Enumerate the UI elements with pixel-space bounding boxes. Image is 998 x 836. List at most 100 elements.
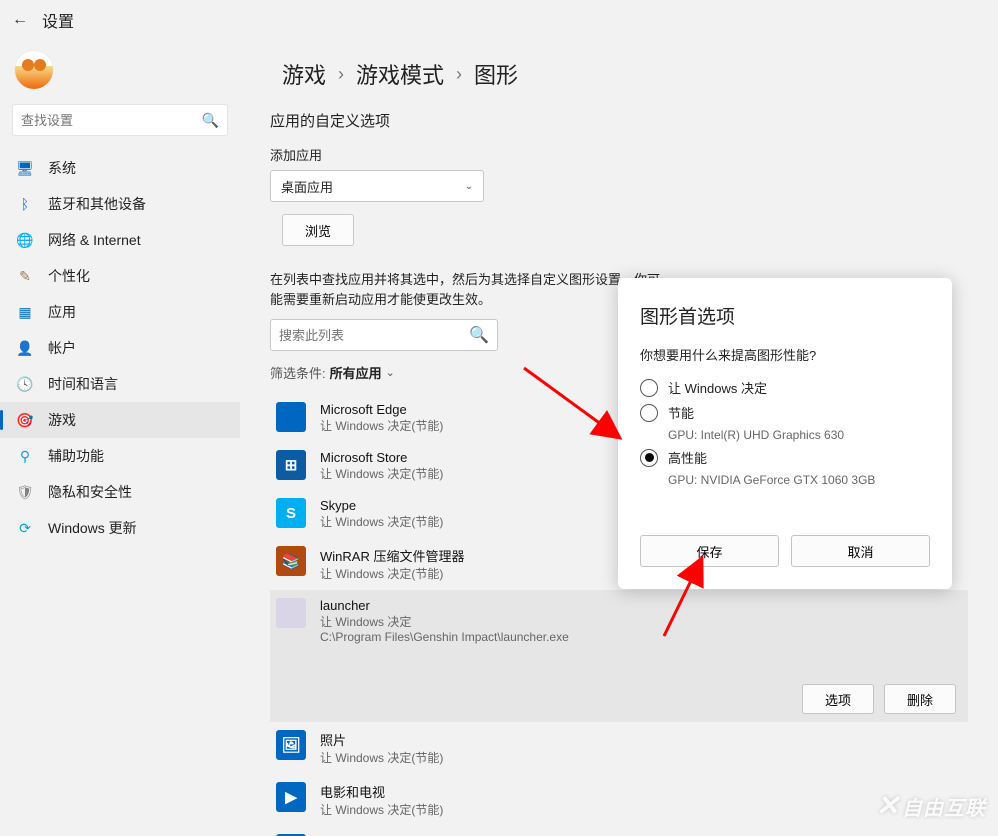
app-subtitle: 让 Windows 决定(节能): [320, 513, 443, 530]
radio-icon: [640, 449, 658, 467]
watermark-text: 自由互联: [902, 798, 986, 820]
page-title: 设置: [42, 8, 74, 32]
titlebar: ← 设置: [0, 0, 998, 40]
radio-label: 让 Windows 决定: [668, 378, 767, 397]
app-name: WinRAR 压缩文件管理器: [320, 546, 464, 565]
nav-icon: 👤: [16, 339, 34, 357]
nav-icon: ᛒ: [16, 195, 34, 213]
nav-label: 辅助功能: [48, 446, 104, 466]
search-icon: 🔍: [469, 325, 489, 345]
nav-label: 蓝牙和其他设备: [48, 194, 146, 214]
nav-icon: 🌐: [16, 231, 34, 249]
nav-icon: ⟳: [16, 519, 34, 537]
app-name: launcher: [320, 598, 569, 613]
sidebar-item-网络 & Internet[interactable]: 🌐 网络 & Internet: [0, 222, 240, 258]
nav-label: 网络 & Internet: [48, 230, 141, 250]
search-icon: 🔍: [202, 112, 219, 129]
sidebar-item-Windows 更新[interactable]: ⟳ Windows 更新: [0, 510, 240, 546]
app-item-相机[interactable]: 📷相机让 Windows 决定(节能): [270, 826, 968, 836]
nav-label: Windows 更新: [48, 518, 137, 538]
app-name: Microsoft Edge: [320, 402, 443, 417]
nav-label: 个性化: [48, 266, 90, 286]
app-subtitle: 让 Windows 决定(节能): [320, 565, 464, 582]
dropdown-value: 桌面应用: [281, 177, 333, 196]
save-button[interactable]: 保存: [640, 535, 779, 567]
app-icon: ⊞: [276, 450, 306, 480]
app-name: 照片: [320, 730, 443, 749]
help-text: 在列表中查找应用并将其选中，然后为其选择自定义图形设置。你可能需要重新启动应用才…: [270, 270, 670, 309]
crumb-gaming[interactable]: 游戏: [282, 58, 326, 90]
app-item-电影和电视[interactable]: ▶电影和电视让 Windows 决定(节能): [270, 774, 968, 826]
chevron-right-icon: ›: [456, 64, 462, 85]
app-icon: 📚: [276, 546, 306, 576]
search-input[interactable]: [21, 113, 202, 128]
nav-label: 时间和语言: [48, 374, 118, 394]
sidebar: 🔍 🖥系统 ᛒ 蓝牙和其他设备 🌐 网络 & Internet ✎ 个性化 ▦ 应用 👤 帐户 🕓 时间…: [0, 40, 240, 836]
nav-label: 隐私和安全性: [48, 482, 132, 502]
nav-label: 应用: [48, 302, 76, 322]
radio-high-performance[interactable]: 高性能: [640, 448, 930, 467]
watermark-x-icon: ✕: [876, 790, 900, 821]
cancel-button[interactable]: 取消: [791, 535, 930, 567]
sidebar-item-辅助功能[interactable]: ⚲ 辅助功能: [0, 438, 240, 474]
sidebar-item-时间和语言[interactable]: 🕓 时间和语言: [0, 366, 240, 402]
app-item-照片[interactable]: 🖼 照片让 Windows 决定(节能): [270, 722, 968, 774]
app-subtitle: 让 Windows 决定(节能): [320, 749, 443, 766]
crumb-graphics: 图形: [474, 58, 518, 90]
radio-power-saving-gpu: GPU: Intel(R) UHD Graphics 630: [668, 428, 930, 442]
app-icon: 🖼: [276, 730, 306, 760]
dialog-question: 你想要用什么来提高图形性能?: [640, 345, 930, 364]
dialog-title: 图形首选项: [640, 302, 930, 329]
nav-icon: 🎯: [16, 411, 34, 429]
sidebar-item-帐户[interactable]: 👤 帐户: [0, 330, 240, 366]
app-name: 电影和电视: [320, 782, 443, 801]
app-list-search-input[interactable]: [279, 328, 469, 343]
nav-icon: ▦: [16, 303, 34, 321]
custom-options-heading: 应用的自定义选项: [270, 110, 968, 131]
chevron-down-icon: ⌄: [386, 366, 395, 379]
radio-let-windows-decide[interactable]: 让 Windows 决定: [640, 378, 930, 397]
radio-label: 高性能: [668, 448, 707, 467]
app-name: Skype: [320, 498, 443, 513]
radio-icon: [640, 404, 658, 422]
app-item-launcher[interactable]: launcher让 Windows 决定C:\Program Files\Gen…: [270, 590, 968, 722]
sidebar-item-游戏[interactable]: 🎯 游戏: [0, 402, 240, 438]
sidebar-item-蓝牙和其他设备[interactable]: ᛒ 蓝牙和其他设备: [0, 186, 240, 222]
account-avatar-row[interactable]: [0, 46, 240, 104]
avatar: [14, 50, 54, 90]
sidebar-item-隐私和安全性[interactable]: 🛡 隐私和安全性: [0, 474, 240, 510]
app-icon: S: [276, 498, 306, 528]
app-subtitle: 让 Windows 决定(节能): [320, 465, 443, 482]
sidebar-item-系统[interactable]: 🖥系统: [0, 150, 240, 186]
app-path: C:\Program Files\Genshin Impact\launcher…: [320, 630, 569, 644]
app-type-dropdown[interactable]: 桌面应用 ⌄: [270, 170, 484, 202]
app-icon: [276, 402, 306, 432]
crumb-gamemode[interactable]: 游戏模式: [356, 58, 444, 90]
nav-label: 帐户: [48, 338, 76, 358]
back-button[interactable]: ←: [12, 11, 28, 29]
app-icon: [276, 598, 306, 628]
nav-icon: 🕓: [16, 375, 34, 393]
sidebar-item-应用[interactable]: ▦ 应用: [0, 294, 240, 330]
chevron-right-icon: ›: [338, 64, 344, 85]
app-options-button[interactable]: 选项: [802, 684, 874, 714]
radio-power-saving[interactable]: 节能: [640, 403, 930, 422]
sidebar-item-个性化[interactable]: ✎ 个性化: [0, 258, 240, 294]
settings-search[interactable]: 🔍: [12, 104, 228, 136]
nav-icon: ⚲: [16, 447, 34, 465]
nav-icon: ✎: [16, 267, 34, 285]
chevron-down-icon: ⌄: [465, 181, 473, 192]
app-subtitle: 让 Windows 决定(节能): [320, 801, 443, 818]
add-app-label: 添加应用: [270, 145, 968, 164]
app-list-search[interactable]: 🔍: [270, 319, 498, 351]
app-subtitle: 让 Windows 决定(节能): [320, 417, 443, 434]
browse-button[interactable]: 浏览: [282, 214, 354, 246]
watermark: ✕自由互联: [876, 789, 986, 822]
app-name: Microsoft Store: [320, 450, 443, 465]
nav-label: 游戏: [48, 410, 76, 430]
app-delete-button[interactable]: 删除: [884, 684, 956, 714]
radio-label: 节能: [668, 403, 694, 422]
graphics-preference-dialog: 图形首选项 你想要用什么来提高图形性能? 让 Windows 决定 节能 GPU…: [618, 278, 952, 589]
nav-icon: 🛡: [16, 483, 34, 501]
radio-high-perf-gpu: GPU: NVIDIA GeForce GTX 1060 3GB: [668, 473, 930, 487]
